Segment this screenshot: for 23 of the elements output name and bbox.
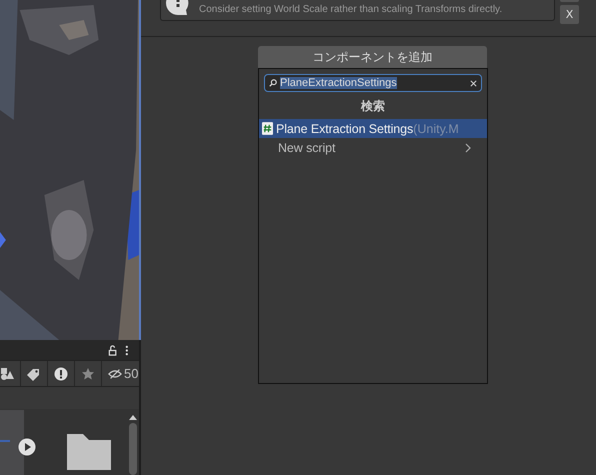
component-item[interactable]: Plane Extraction Settings(Unity.M: [259, 119, 487, 138]
warning-icon[interactable]: [54, 366, 68, 380]
help-text: Consider setting World Scale rather than scaling Transforms directly.: [199, 4, 502, 15]
search-field[interactable]: PlaneExtractionSettings: [264, 74, 482, 92]
unlocked-padlock-icon[interactable]: [108, 344, 118, 356]
scroll-up-icon[interactable]: [128, 415, 136, 420]
popup-header: 検索: [360, 98, 386, 115]
folder-icon[interactable]: [65, 432, 113, 472]
search-icon: [269, 79, 277, 87]
clear-icon[interactable]: [470, 80, 477, 86]
star-icon[interactable]: [81, 366, 95, 380]
play-icon[interactable]: [18, 438, 36, 456]
scrollbar[interactable]: [128, 415, 137, 475]
script-icon: [262, 122, 273, 135]
component-item[interactable]: New script: [259, 138, 487, 157]
add-component-button[interactable]: コンポーネントを追加: [258, 46, 487, 68]
tag-icon[interactable]: [27, 366, 41, 380]
hidden-count: 50: [124, 366, 138, 381]
shapes-icon[interactable]: [0, 366, 14, 380]
hidden-eye-icon[interactable]: [108, 366, 122, 380]
chevron-right-icon: [465, 142, 471, 152]
more-menu-icon[interactable]: [125, 344, 129, 356]
side-button[interactable]: X: [560, 5, 579, 24]
